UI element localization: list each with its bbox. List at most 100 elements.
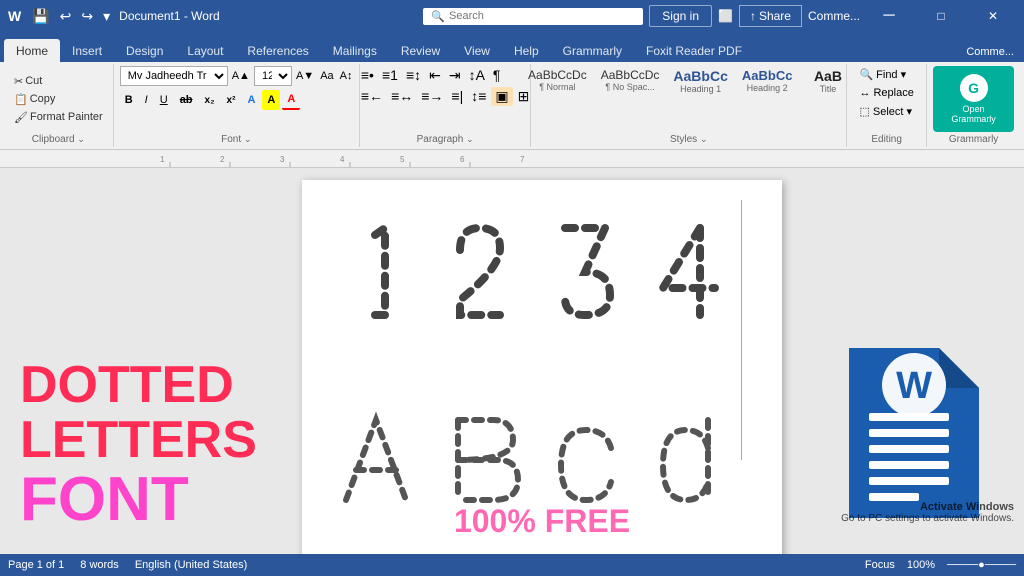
select-button[interactable]: ⬚ Select ▾ (853, 103, 918, 120)
svg-text:3: 3 (280, 155, 285, 164)
tab-review[interactable]: Review (389, 39, 452, 62)
svg-text:1: 1 (160, 155, 165, 164)
ruler: 1 2 3 4 5 6 7 (0, 150, 1024, 168)
cut-button[interactable]: ✂ Cut (10, 73, 46, 90)
multilevel-button[interactable]: ≡↕ (403, 66, 424, 85)
svg-text:5: 5 (400, 155, 405, 164)
font-size-grow-icon[interactable]: A▲ (230, 70, 252, 82)
copy-button[interactable]: 📋 Copy (10, 91, 59, 108)
tab-mailings[interactable]: Mailings (321, 39, 389, 62)
grammarly-icon: G (960, 74, 988, 102)
highlight-button[interactable]: A (262, 90, 280, 110)
line-spacing-button[interactable]: ↕≡ (468, 87, 489, 106)
style-heading1[interactable]: AaBbCc Heading 1 (667, 66, 733, 96)
dotted-letter-d (648, 410, 728, 510)
close-button[interactable]: ✕ (970, 0, 1016, 32)
align-right-button[interactable]: ≡→ (418, 87, 446, 106)
save-icon[interactable]: 💾 (29, 8, 52, 25)
open-grammarly-button[interactable]: G Open Grammarly (933, 66, 1014, 132)
clear-formatting-icon[interactable]: Aa (318, 70, 335, 82)
underline-button[interactable]: U (155, 90, 173, 110)
overlay-font: FONT (20, 467, 290, 532)
page-info: Page 1 of 1 (8, 559, 64, 571)
ribbon-tabs: Home Insert Design Layout References Mai… (0, 32, 1024, 62)
tab-layout[interactable]: Layout (175, 39, 235, 62)
clipboard-label: Clipboard ⌄ (32, 132, 85, 145)
language-info: English (United States) (135, 559, 248, 571)
strikethrough-button[interactable]: ab (175, 90, 198, 110)
grammarly-label: Grammarly (949, 132, 998, 145)
styles-gallery: AaBbCcDc ¶ Normal AaBbCcDc ¶ No Spac... … (522, 66, 855, 96)
replace-button[interactable]: ↔ Replace (853, 85, 919, 101)
change-case-icon[interactable]: A↕ (338, 70, 355, 82)
word-logo-icon: W (8, 8, 21, 24)
maximize-button[interactable]: □ (918, 0, 964, 32)
tab-foxit[interactable]: Foxit Reader PDF (634, 39, 754, 62)
doc-letters-row (322, 410, 742, 510)
shading-button[interactable]: ▣ (491, 87, 512, 106)
text-effects-button[interactable]: A (242, 90, 260, 110)
comm-tab-label[interactable]: Comme... (956, 41, 1024, 62)
clipboard-group: ✂ Cut 📋 Copy 🖌 Format Painter Clipboard … (4, 64, 114, 147)
tab-references[interactable]: References (235, 39, 320, 62)
ribbon-content: ✂ Cut 📋 Copy 🖌 Format Painter Clipboard … (0, 62, 1024, 150)
find-button[interactable]: 🔍 Find ▾ (853, 66, 912, 83)
superscript-button[interactable]: x² (222, 90, 241, 110)
find-icon: 🔍 (859, 68, 873, 81)
subscript-button[interactable]: x₂ (200, 90, 220, 110)
italic-button[interactable]: I (140, 90, 153, 110)
show-formatting-button[interactable]: ¶ (490, 66, 504, 85)
signin-button[interactable]: Sign in (649, 5, 712, 27)
increase-indent-button[interactable]: ⇥ (446, 66, 464, 85)
align-left-button[interactable]: ≡← (358, 87, 386, 106)
bullets-button[interactable]: ≡• (358, 66, 377, 85)
sort-button[interactable]: ↕A (466, 66, 488, 85)
paragraph-label: Paragraph ⌄ (417, 132, 474, 145)
tab-design[interactable]: Design (114, 39, 175, 62)
doc-free-text: 100% FREE (302, 503, 782, 540)
expand-icon[interactable]: ⬜ (718, 9, 733, 23)
editing-label: Editing (871, 132, 902, 145)
comm-label[interactable]: Comme... (808, 9, 860, 23)
doc-title: Document1 - Word (119, 9, 219, 23)
dotted-letter-B (443, 410, 523, 510)
select-icon: ⬚ (859, 105, 869, 118)
font-color-button[interactable]: A (282, 90, 300, 110)
dotted-number-1 (350, 220, 410, 330)
grammarly-group: G Open Grammarly Grammarly (927, 64, 1020, 147)
decrease-indent-button[interactable]: ⇤ (426, 66, 444, 85)
ruler-svg: 1 2 3 4 5 6 7 (60, 150, 1024, 168)
styles-label: Styles ⌄ (670, 132, 708, 145)
justify-button[interactable]: ≡| (448, 87, 466, 106)
tab-insert[interactable]: Insert (60, 39, 114, 62)
style-heading2[interactable]: AaBbCc Heading 2 (736, 66, 799, 96)
minimize-button[interactable]: ─ (866, 0, 912, 32)
customize-icon[interactable]: ▾ (100, 8, 113, 25)
svg-text:2: 2 (220, 155, 225, 164)
focus-label[interactable]: Focus (865, 559, 895, 571)
font-group: Mv Jadheedh Tr A▲ 120 A▼ Aa A↕ B I U ab … (114, 64, 360, 147)
statusbar: Page 1 of 1 8 words English (United Stat… (0, 554, 1024, 576)
font-size-select[interactable]: 120 (254, 66, 292, 86)
numbering-button[interactable]: ≡1 (379, 66, 401, 85)
font-size-shrink-icon[interactable]: A▼ (294, 70, 316, 82)
style-no-spacing[interactable]: AaBbCcDc ¶ No Spac... (595, 66, 666, 96)
style-normal[interactable]: AaBbCcDc ¶ Normal (522, 66, 593, 96)
overlay-dotted: DOTTED (20, 358, 290, 413)
undo-icon[interactable]: ↩ (57, 8, 75, 25)
align-center-button[interactable]: ≡↔ (388, 87, 416, 106)
dotted-letter-c (551, 410, 621, 510)
tab-home[interactable]: Home (4, 39, 60, 62)
tab-view[interactable]: View (452, 39, 502, 62)
font-name-select[interactable]: Mv Jadheedh Tr (120, 66, 228, 86)
share-button[interactable]: ↑ Share (739, 5, 802, 27)
redo-icon[interactable]: ↪ (78, 8, 96, 25)
format-painter-button[interactable]: 🖌 Format Painter (10, 109, 107, 126)
tab-grammarly[interactable]: Grammarly (551, 39, 634, 62)
overlay-text: DOTTED LETTERS FONT (0, 338, 310, 552)
search-bar[interactable]: 🔍 (423, 8, 643, 25)
tab-help[interactable]: Help (502, 39, 551, 62)
search-input[interactable] (449, 10, 599, 22)
bold-button[interactable]: B (120, 90, 138, 110)
zoom-slider[interactable]: ────●──── (947, 559, 1016, 571)
